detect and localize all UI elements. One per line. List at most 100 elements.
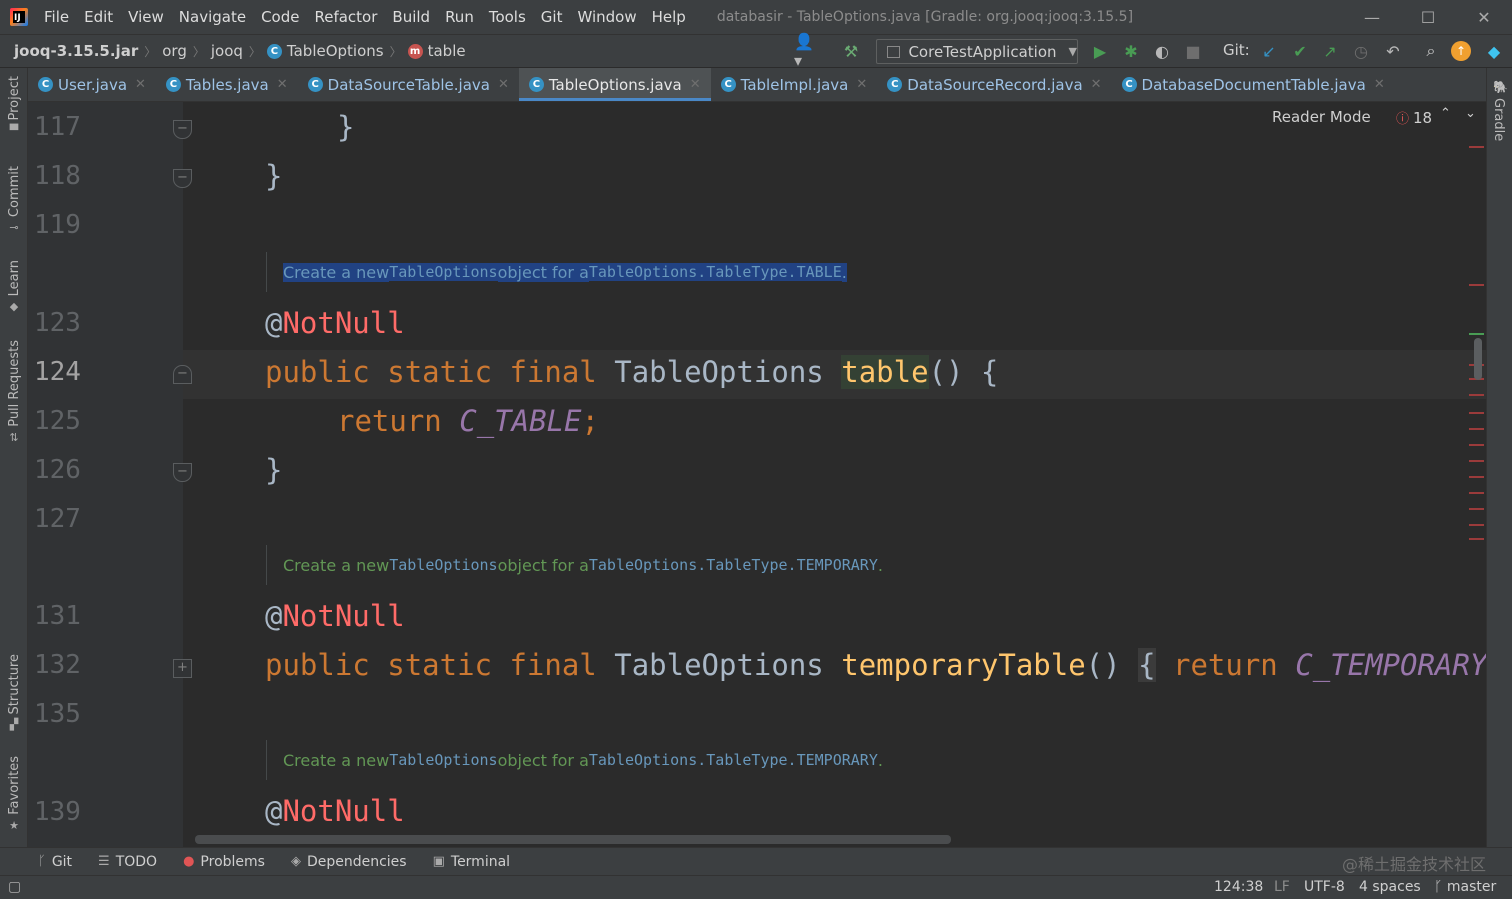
- tool-window-gradle[interactable]: Gradle: [1491, 98, 1506, 141]
- fold-marker-icon[interactable]: −: [173, 365, 192, 384]
- error-stripe-mark[interactable]: [1469, 476, 1484, 478]
- coverage-icon[interactable]: ◐: [1151, 40, 1173, 62]
- git-branch-widget[interactable]: ᚴ master: [1434, 879, 1496, 895]
- tab-tableoptions-java[interactable]: C TableOptions.java ✕: [518, 68, 711, 101]
- run-icon[interactable]: ▶: [1089, 40, 1111, 62]
- debug-icon[interactable]: ✱: [1120, 40, 1142, 62]
- menu-refactor[interactable]: Refactor: [314, 8, 377, 26]
- close-tab-icon[interactable]: ✕: [135, 77, 146, 92]
- menu-view[interactable]: View: [128, 8, 164, 26]
- menu-git[interactable]: Git: [541, 8, 563, 26]
- file-encoding[interactable]: UTF-8: [1304, 879, 1345, 895]
- code-with-me-icon[interactable]: ◆: [1483, 40, 1505, 62]
- toggle-tool-windows-icon[interactable]: ▢: [8, 879, 21, 895]
- menu-window[interactable]: Window: [577, 8, 636, 26]
- error-icon: ⓘ: [1396, 112, 1410, 127]
- run-configuration-select[interactable]: CoreTestApplication ▼: [876, 39, 1078, 64]
- breadcrumb-jar[interactable]: jooq-3.15.5.jar: [14, 42, 138, 60]
- error-stripe-mark[interactable]: [1469, 538, 1484, 540]
- git-push-icon[interactable]: ↗: [1319, 40, 1341, 62]
- breadcrumb-jooq[interactable]: jooq: [211, 42, 243, 60]
- update-available-icon[interactable]: ↑: [1451, 41, 1471, 61]
- breadcrumb-org[interactable]: org: [162, 42, 187, 60]
- close-window-button[interactable]: ✕: [1456, 0, 1512, 34]
- previous-problem-icon[interactable]: ⌃: [1440, 106, 1451, 121]
- close-tab-icon[interactable]: ✕: [1374, 77, 1385, 92]
- error-stripe-mark[interactable]: [1469, 394, 1484, 396]
- breadcrumb-method[interactable]: table: [428, 42, 466, 60]
- tab-datasourcerecord-java[interactable]: C DataSourceRecord.java ✕: [877, 68, 1111, 101]
- history-icon[interactable]: ◷: [1350, 40, 1372, 62]
- error-stripe-mark[interactable]: [1469, 508, 1484, 510]
- stop-icon[interactable]: ■: [1182, 40, 1204, 62]
- search-icon[interactable]: ⌕: [1420, 40, 1442, 62]
- close-tab-icon[interactable]: ✕: [1091, 77, 1102, 92]
- class-icon: C: [720, 77, 736, 92]
- menu-tools[interactable]: Tools: [489, 8, 526, 26]
- caret-position[interactable]: 124:38: [1214, 879, 1263, 895]
- problems-indicator[interactable]: ⓘ 18: [1396, 108, 1432, 128]
- error-stripe-mark[interactable]: [1469, 412, 1484, 414]
- menu-build[interactable]: Build: [392, 8, 430, 26]
- minimize-button[interactable]: —: [1344, 0, 1400, 34]
- star-icon: ★: [9, 818, 19, 832]
- close-tab-icon[interactable]: ✕: [856, 77, 867, 92]
- tab-tableimpl-java[interactable]: C TableImpl.java ✕: [711, 68, 878, 101]
- error-stripe-mark[interactable]: [1469, 460, 1484, 462]
- tool-window-structure[interactable]: Structure ▞: [0, 654, 28, 731]
- breadcrumb-class[interactable]: TableOptions: [287, 42, 384, 60]
- expand-fold-icon[interactable]: +: [173, 659, 192, 678]
- tab-datasourcetable-java[interactable]: C DataSourceTable.java ✕: [298, 68, 519, 101]
- menu-help[interactable]: Help: [652, 8, 686, 26]
- git-commit-icon[interactable]: ✔: [1289, 40, 1311, 62]
- tab-databasedocumenttable-java[interactable]: C DatabaseDocumentTable.java ✕: [1112, 68, 1395, 101]
- indent-setting[interactable]: 4 spaces: [1359, 879, 1421, 895]
- line-separator[interactable]: LF: [1274, 879, 1290, 895]
- tool-window-learn[interactable]: Learn ◆: [0, 260, 28, 313]
- error-stripe-mark[interactable]: [1469, 492, 1484, 494]
- horizontal-scrollbar[interactable]: [195, 835, 951, 844]
- change-stripe-mark[interactable]: [1469, 333, 1484, 335]
- error-stripe-mark[interactable]: [1469, 146, 1484, 148]
- tool-window-favorites[interactable]: Favorites ★: [0, 756, 28, 832]
- tool-window-dependencies[interactable]: ◈ Dependencies: [291, 854, 407, 870]
- menu-file[interactable]: File: [44, 8, 69, 26]
- tool-window-pull-requests[interactable]: Pull Requests ⇅: [0, 340, 28, 444]
- next-problem-icon[interactable]: ⌄: [1465, 106, 1476, 121]
- fold-marker-icon[interactable]: −: [173, 463, 192, 482]
- folder-icon: ▀: [9, 124, 19, 138]
- menu-run[interactable]: Run: [445, 8, 474, 26]
- tool-window-commit[interactable]: Commit ⊸: [0, 166, 28, 234]
- menu-code[interactable]: Code: [261, 8, 299, 26]
- error-stripe-mark[interactable]: [1469, 524, 1484, 526]
- build-hammer-icon[interactable]: ⚒: [840, 40, 862, 62]
- menu-edit[interactable]: Edit: [84, 8, 113, 26]
- error-stripe-mark[interactable]: [1469, 444, 1484, 446]
- error-stripe-mark[interactable]: [1469, 428, 1484, 430]
- code-editor[interactable]: 117 118 119 123 124 125 126 127 131 132 …: [28, 102, 1486, 847]
- fold-marker-icon[interactable]: −: [173, 120, 192, 139]
- doc-comment-temporary[interactable]: Create a new TableOptions object for a T…: [266, 545, 883, 585]
- tool-window-todo[interactable]: ☰ TODO: [98, 854, 157, 870]
- user-account-icon[interactable]: 👤▾: [794, 32, 816, 70]
- tool-window-problems[interactable]: ● Problems: [183, 854, 265, 870]
- tab-user-java[interactable]: C User.java ✕: [28, 68, 156, 101]
- git-update-icon[interactable]: ↙: [1258, 40, 1280, 62]
- close-tab-icon[interactable]: ✕: [498, 77, 509, 92]
- tool-window-terminal[interactable]: ▣ Terminal: [433, 854, 510, 870]
- menu-navigate[interactable]: Navigate: [179, 8, 246, 26]
- doc-comment-table[interactable]: Create a new TableOptions object for a T…: [266, 252, 847, 292]
- close-tab-icon[interactable]: ✕: [277, 77, 288, 92]
- maximize-button[interactable]: ☐: [1400, 0, 1456, 34]
- error-stripe-mark[interactable]: [1469, 284, 1484, 286]
- line-number: 131: [34, 601, 81, 631]
- tool-window-git[interactable]: ᚴ Git: [38, 854, 72, 870]
- vertical-scrollbar[interactable]: [1474, 338, 1482, 380]
- rollback-icon[interactable]: ↶: [1382, 40, 1404, 62]
- fold-marker-icon[interactable]: −: [173, 169, 192, 188]
- tool-window-project[interactable]: Project ▀: [0, 76, 28, 137]
- tab-tables-java[interactable]: C Tables.java ✕: [156, 68, 298, 101]
- close-tab-icon[interactable]: ✕: [690, 77, 701, 92]
- doc-comment-temporary-2[interactable]: Create a new TableOptions object for a T…: [266, 740, 883, 780]
- reader-mode-button[interactable]: Reader Mode: [1272, 108, 1371, 126]
